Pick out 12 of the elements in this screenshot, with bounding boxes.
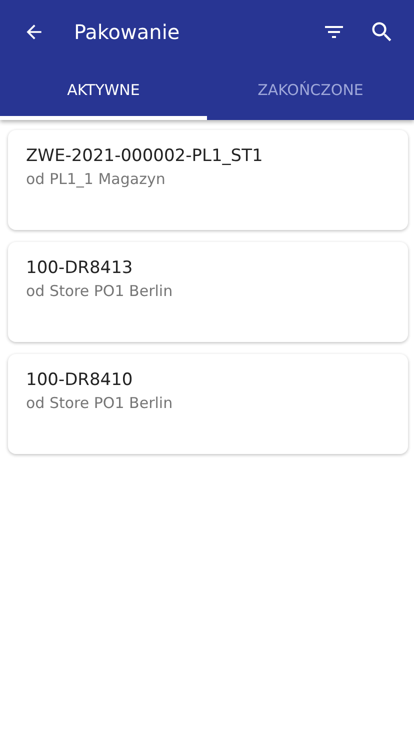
screen-title: Pakowanie	[74, 20, 181, 44]
card-title: ZWE-2021-000002-PL1_ST1	[26, 146, 263, 166]
card-title: 100-DR8410	[26, 370, 133, 390]
tab[interactable]: AKTYWNE	[0, 64, 207, 120]
card-subtitle: od PL1_1 Magazyn	[26, 170, 166, 188]
packing-card[interactable]: 100-DR8413 od Store PO1 Berlin	[8, 242, 408, 342]
card-subtitle: od Store PO1 Berlin	[26, 282, 173, 300]
packing-card[interactable]: ZWE-2021-000002-PL1_ST1 od PL1_1 Magazyn	[8, 130, 408, 230]
card-subtitle: od Store PO1 Berlin	[26, 394, 173, 412]
card-title: 100-DR8413	[26, 258, 133, 278]
tab[interactable]: ZAKOŃCZONE	[207, 64, 414, 120]
packing-card[interactable]: 100-DR8410 od Store PO1 Berlin	[8, 354, 408, 454]
